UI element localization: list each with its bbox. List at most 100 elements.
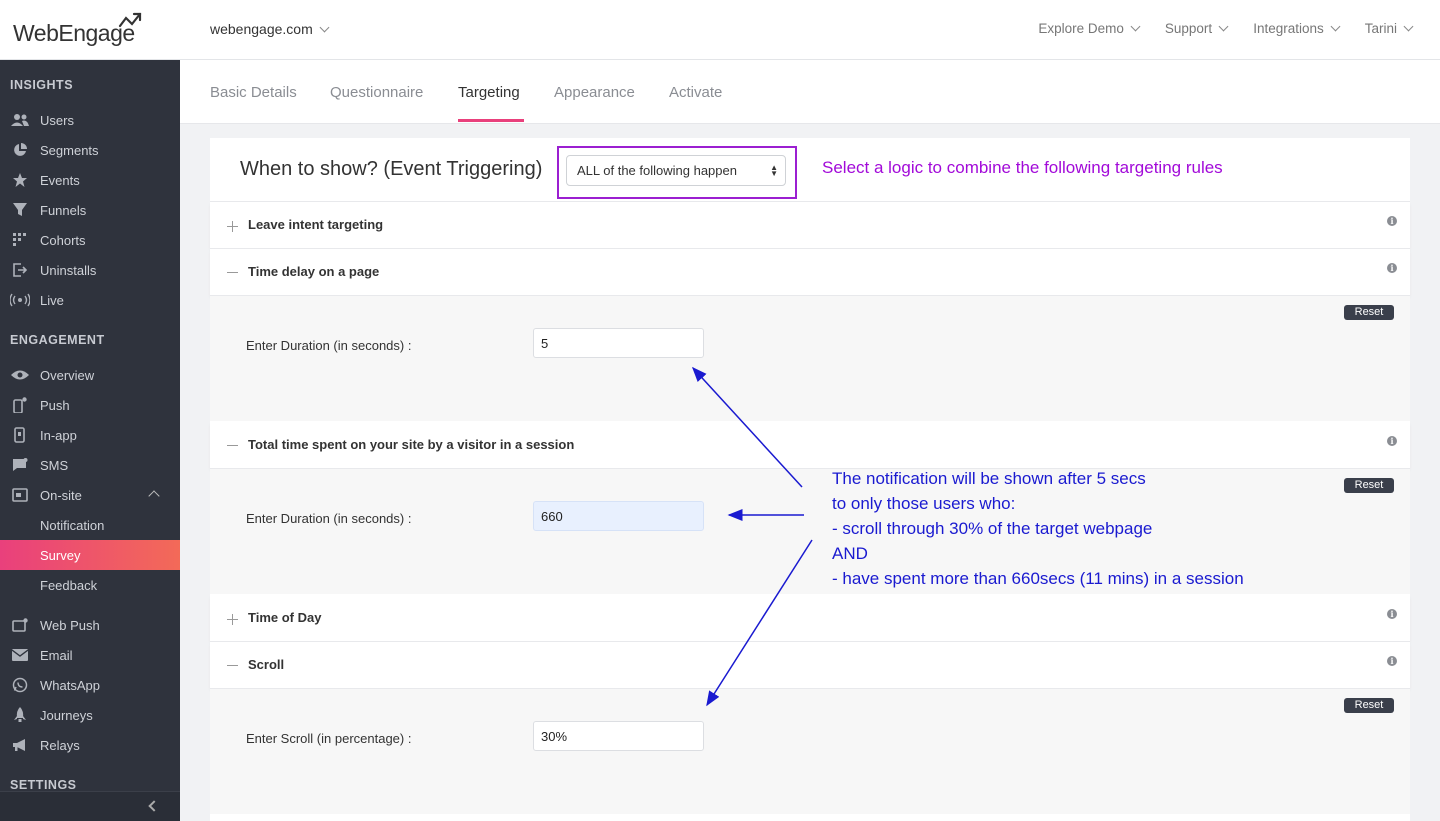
megaphone-icon xyxy=(10,737,30,753)
account-switcher[interactable]: webengage.com xyxy=(210,21,330,37)
rule-title: Scroll xyxy=(248,657,285,672)
sidebar-item-label: Relays xyxy=(40,737,80,753)
info-icon[interactable]: i xyxy=(1387,263,1397,273)
sidebar-item-live[interactable]: Live xyxy=(0,285,180,315)
rule-leave-intent[interactable]: Leave intent targeting i xyxy=(210,202,1410,249)
sidebar-item-email[interactable]: Email xyxy=(0,640,180,670)
sidebar-item-survey[interactable]: Survey xyxy=(0,540,180,570)
info-icon[interactable]: i xyxy=(1387,656,1397,666)
info-icon[interactable]: i xyxy=(1387,609,1397,619)
time-delay-panel: Reset Enter Duration (in seconds) : 5 xyxy=(210,296,1410,421)
tab-appearance[interactable]: Appearance xyxy=(554,84,635,101)
support-menu[interactable]: Support xyxy=(1165,21,1229,36)
chat-icon xyxy=(10,457,30,473)
tab-activate[interactable]: Activate xyxy=(669,84,722,101)
logic-select-value: ALL of the following happen xyxy=(577,163,737,178)
sidebar-item-feedback[interactable]: Feedback xyxy=(0,570,180,600)
top-nav: Explore Demo Support Integrations Tarini xyxy=(1038,21,1414,36)
annotation-line: to only those users who: xyxy=(832,494,1016,513)
rule-time-of-day[interactable]: Time of Day i xyxy=(210,595,1410,642)
event-triggering-header: When to show? (Event Triggering) ALL of … xyxy=(210,138,1410,202)
tab-questionnaire[interactable]: Questionnaire xyxy=(330,84,423,101)
rule-scroll[interactable]: Scroll i xyxy=(210,642,1410,689)
sidebar-item-push[interactable]: Push xyxy=(0,390,180,420)
rule-title: Time of Day xyxy=(248,610,322,625)
annotation-line: AND xyxy=(832,544,868,563)
scroll-input[interactable]: 30% xyxy=(533,721,704,751)
browser-icon xyxy=(10,617,30,633)
sidebar-item-label: Segments xyxy=(40,142,99,158)
sidebar-item-events[interactable]: Events xyxy=(0,165,180,195)
info-icon[interactable]: i xyxy=(1387,436,1397,446)
logo-mark-icon xyxy=(118,12,142,28)
webengage-logo[interactable]: WebEngage xyxy=(13,12,143,48)
select-arrows-icon: ▲ ▼ xyxy=(770,163,778,178)
sidebar-item-label: WhatsApp xyxy=(40,677,100,693)
sidebar-item-label: Live xyxy=(40,292,64,308)
sidebar-item-label: On-site xyxy=(40,487,82,503)
rule-time-delay[interactable]: Time delay on a page i xyxy=(210,249,1410,296)
sidebar-collapse-button[interactable] xyxy=(0,791,180,821)
integrations-menu[interactable]: Integrations xyxy=(1253,21,1341,36)
sidebar-item-cohorts[interactable]: Cohorts xyxy=(0,225,180,255)
info-icon[interactable]: i xyxy=(1387,216,1397,226)
annotation-line: - have spent more than 660secs (11 mins)… xyxy=(832,569,1244,588)
explore-demo-menu[interactable]: Explore Demo xyxy=(1038,21,1141,36)
rocket-icon xyxy=(10,707,30,723)
sidebar-item-label: Push xyxy=(40,397,70,413)
sidebar-item-in-app[interactable]: In-app xyxy=(0,420,180,450)
reset-button[interactable]: Reset xyxy=(1344,305,1394,320)
window-icon xyxy=(10,487,30,503)
sidebar-item-relays[interactable]: Relays xyxy=(0,730,180,760)
logic-select[interactable]: ALL of the following happen ▲ ▼ xyxy=(566,155,786,186)
expand-icon-v xyxy=(232,221,233,232)
sidebar-item-sms[interactable]: SMS xyxy=(0,450,180,480)
sidebar-item-label: Users xyxy=(40,112,74,128)
scroll-panel: Reset Enter Scroll (in percentage) : 30% xyxy=(210,689,1410,814)
sidebar-item-label: Email xyxy=(40,647,73,663)
chevron-left-icon xyxy=(148,800,160,812)
sidebar-item-overview[interactable]: Overview xyxy=(0,360,180,390)
sidebar-item-on-site[interactable]: On-site xyxy=(0,480,180,510)
section-insights: INSIGHTS xyxy=(10,78,74,92)
pie-chart-icon xyxy=(10,142,30,158)
rule-total-time[interactable]: Total time spent on your site by a visit… xyxy=(210,422,1410,469)
sidebar-item-whatsapp[interactable]: WhatsApp xyxy=(0,670,180,700)
rule-title: Time delay on a page xyxy=(248,264,380,279)
sidebar-item-web-push[interactable]: Web Push xyxy=(0,610,180,640)
whatsapp-icon xyxy=(10,677,30,693)
chevron-down-icon xyxy=(1330,21,1341,32)
account-name: webengage.com xyxy=(210,21,313,37)
tab-basic-details[interactable]: Basic Details xyxy=(210,84,297,101)
funnel-icon xyxy=(10,202,30,218)
sidebar-item-label: Web Push xyxy=(40,617,100,633)
reset-button[interactable]: Reset xyxy=(1344,478,1394,493)
rule-title: Total time spent on your site by a visit… xyxy=(248,437,575,452)
sidebar-item-label: Survey xyxy=(40,547,81,563)
sidebar-item-funnels[interactable]: Funnels xyxy=(0,195,180,225)
chevron-down-icon xyxy=(1403,21,1414,32)
broadcast-icon xyxy=(10,292,30,308)
user-menu[interactable]: Tarini xyxy=(1364,21,1414,36)
sidebar-item-uninstalls[interactable]: Uninstalls xyxy=(0,255,180,285)
sidebar-item-label: Uninstalls xyxy=(40,262,97,278)
duration-label: Enter Duration (in seconds) : xyxy=(246,338,412,353)
collapse-icon xyxy=(227,272,238,273)
time-delay-input[interactable]: 5 xyxy=(533,328,704,358)
chevron-up-icon[interactable] xyxy=(148,490,160,502)
total-time-input[interactable]: 660 xyxy=(533,501,704,531)
sidebar-item-label: In-app xyxy=(40,427,77,443)
collapse-icon xyxy=(227,445,238,446)
collapse-icon xyxy=(227,665,238,666)
tab-targeting[interactable]: Targeting xyxy=(458,84,520,101)
sidebar-item-users[interactable]: Users xyxy=(0,105,180,135)
page-title: When to show? (Event Triggering) xyxy=(240,158,543,180)
sidebar-item-segments[interactable]: Segments xyxy=(0,135,180,165)
sidebar-item-notification[interactable]: Notification xyxy=(0,510,180,540)
reset-button[interactable]: Reset xyxy=(1344,698,1394,713)
sidebar-item-journeys[interactable]: Journeys xyxy=(0,700,180,730)
sidebar-item-label: Journeys xyxy=(40,707,93,723)
sidebar-item-label: Overview xyxy=(40,367,95,383)
user-name: Tarini xyxy=(1364,21,1397,36)
grid-icon xyxy=(10,232,30,248)
